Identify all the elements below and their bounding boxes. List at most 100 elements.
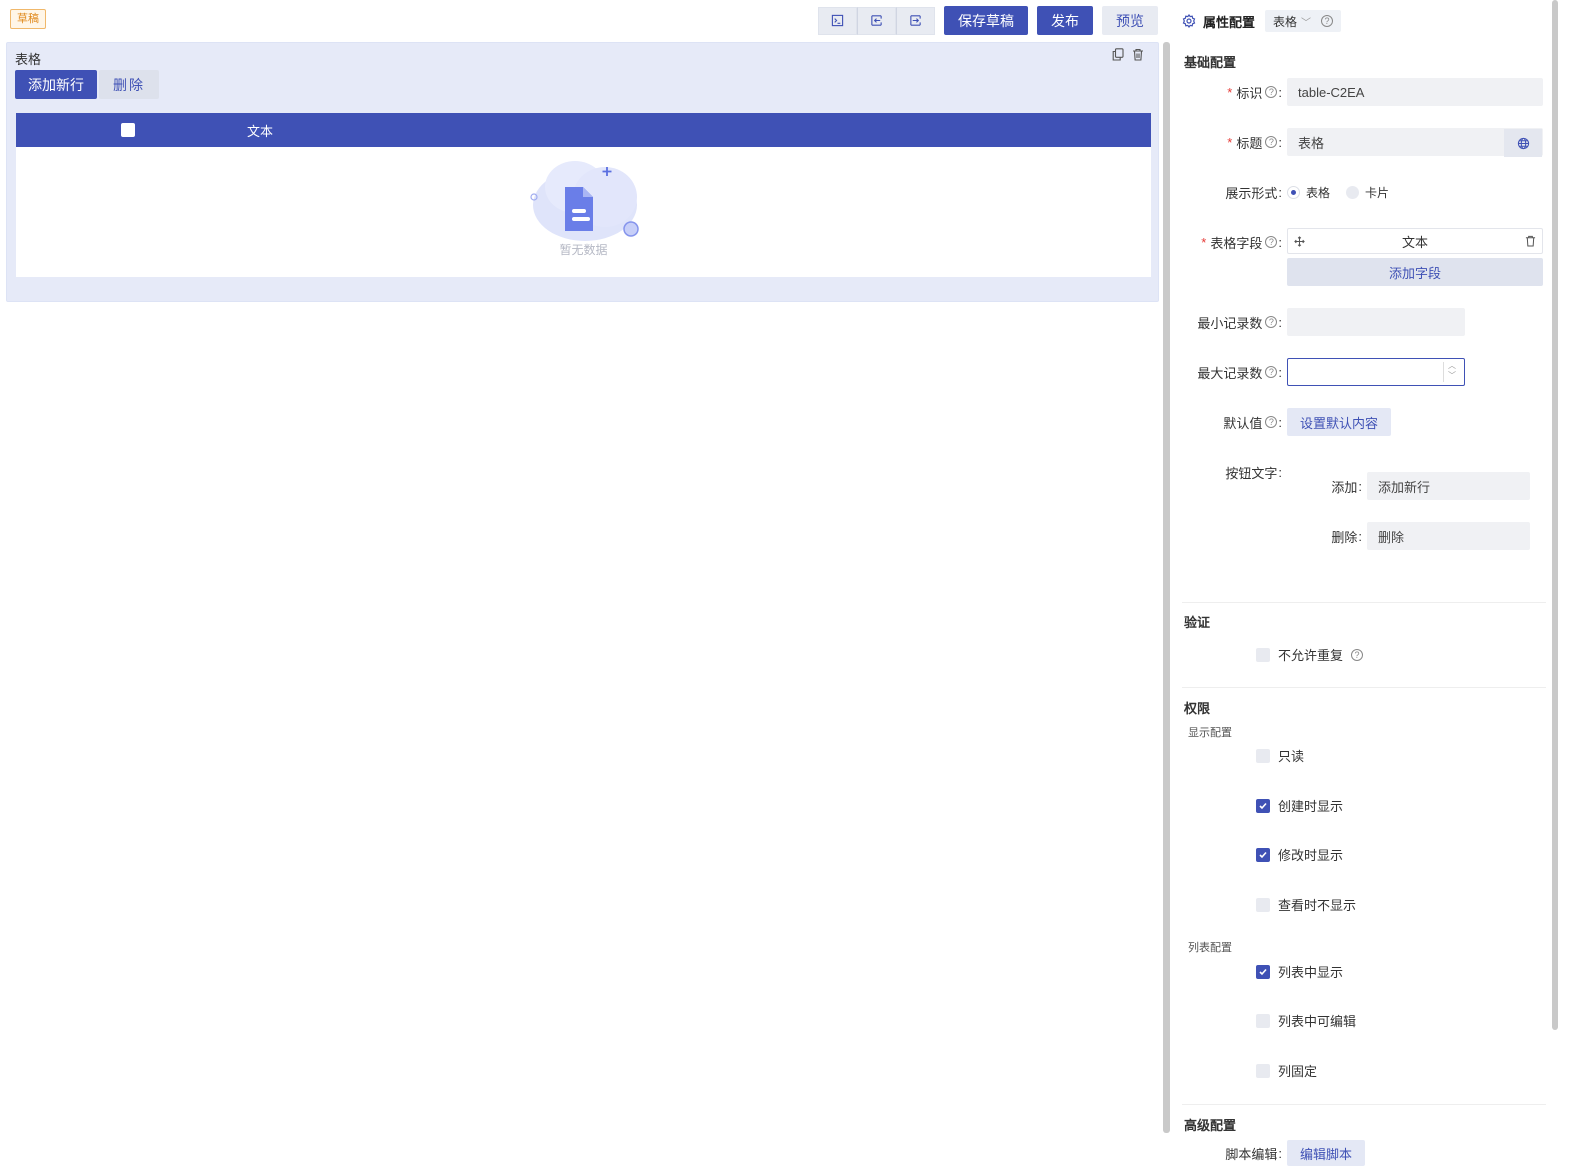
checkbox[interactable]	[1256, 1063, 1270, 1078]
i18n-button[interactable]	[1504, 129, 1542, 157]
chevron-up-icon: ︿	[1448, 361, 1456, 370]
label-identifier: * 标识?:	[1227, 84, 1282, 101]
add-text-input[interactable]: 添加新行	[1367, 472, 1530, 500]
checkbox-show-in-list[interactable]: 列表中显示	[1256, 962, 1343, 981]
save-draft-button[interactable]: 保存草稿	[944, 6, 1028, 35]
checkbox[interactable]	[1256, 748, 1270, 763]
checkbox-hide-on-view[interactable]: 查看时不显示	[1256, 895, 1356, 914]
min-records-input[interactable]	[1287, 308, 1465, 336]
row-add-text: 添加: 添加新行	[1172, 472, 1550, 500]
radio-dot-selected	[1287, 185, 1300, 199]
top-toolbar: 保存草稿 发布 预览	[818, 6, 1158, 35]
checkbox-editable-in-list[interactable]: 列表中可编辑	[1256, 1011, 1356, 1030]
checkbox-readonly[interactable]: 只读	[1256, 746, 1304, 765]
row-min-records: 最小记录数?:	[1172, 308, 1550, 336]
radio-dot	[1346, 185, 1360, 199]
help-icon: ?	[1265, 86, 1278, 98]
chevron-down-icon: ﹀	[1301, 17, 1312, 29]
table-component-label: 表格	[15, 52, 42, 67]
publish-button[interactable]: 发布	[1037, 6, 1093, 35]
field-item[interactable]: 文本	[1287, 228, 1543, 254]
section-permission-title: 权限	[1184, 701, 1211, 716]
checkbox-fixed-column[interactable]: 列固定	[1256, 1061, 1317, 1080]
gear-icon	[1182, 14, 1196, 28]
row-identifier: * 标识?: table-C2EA	[1172, 78, 1550, 106]
max-records-input[interactable]: ︿ ﹀	[1287, 358, 1465, 386]
help-icon: ?	[1265, 316, 1278, 328]
set-default-button[interactable]: 设置默认内容	[1287, 408, 1392, 436]
label-table-fields: * 表格字段?:	[1201, 234, 1282, 251]
checkbox-checked[interactable]	[1256, 964, 1270, 979]
checkbox[interactable]	[1256, 647, 1270, 662]
outdent-icon	[910, 15, 921, 26]
terminal-button[interactable]	[818, 6, 857, 35]
identifier-input[interactable]: table-C2EA	[1287, 78, 1543, 106]
select-all-checkbox[interactable]	[121, 123, 135, 137]
row-default-value: 默认值?: 设置默认内容	[1172, 408, 1550, 436]
draft-badge: 草稿	[10, 9, 46, 29]
trash-icon[interactable]	[1525, 235, 1536, 247]
add-row-button[interactable]: 添加新行	[15, 70, 97, 99]
component-type-value: 表格	[1273, 14, 1298, 29]
component-type-select[interactable]: 表格 ﹀ ?	[1265, 10, 1342, 32]
help-icon[interactable]: ?	[1351, 648, 1364, 661]
panel-header: 属性配置 表格 ﹀ ?	[1182, 10, 1342, 32]
label-display-mode: 展示形式:	[1225, 184, 1282, 201]
divider	[1182, 687, 1546, 688]
outdent-button[interactable]	[896, 6, 935, 35]
delete-text-input[interactable]: 删除	[1367, 522, 1530, 550]
display-mode-radio-group: 表格 卡片	[1287, 178, 1405, 206]
number-stepper[interactable]: ︿ ﹀	[1448, 361, 1456, 381]
help-icon: ?	[1265, 236, 1278, 248]
title-input-value: 表格	[1298, 135, 1325, 151]
indent-button[interactable]	[857, 6, 896, 35]
table-fields-editor: 文本 添加字段	[1287, 228, 1543, 286]
help-icon: ?	[1265, 136, 1278, 148]
help-icon[interactable]: ?	[1321, 15, 1334, 27]
canvas-scrollbar[interactable]	[1163, 42, 1170, 1133]
help-icon: ?	[1265, 366, 1278, 378]
tool-icon-group	[818, 6, 935, 35]
empty-text: 暂无数据	[559, 243, 608, 257]
radio-card[interactable]: 卡片	[1346, 184, 1389, 201]
checkbox-checked[interactable]	[1256, 847, 1270, 862]
panel-scrollbar[interactable]	[1552, 0, 1558, 1030]
empty-state: 暂无数据	[16, 153, 1151, 258]
checkbox[interactable]	[1256, 1013, 1270, 1028]
label-script: 脚本编辑:	[1225, 1145, 1282, 1162]
trash-icon[interactable]	[1132, 48, 1144, 61]
table-header: 文本	[16, 113, 1151, 147]
list-config-label: 列表配置	[1188, 942, 1232, 954]
table-component[interactable]: 表格 添加新行 删除 文本 暂无数据	[6, 42, 1159, 302]
field-item-label: 文本	[1401, 234, 1428, 250]
display-config-label: 显示配置	[1188, 727, 1232, 739]
checkbox[interactable]	[1256, 897, 1270, 912]
edit-script-button[interactable]: 编辑脚本	[1287, 1140, 1366, 1166]
indent-icon	[871, 15, 882, 26]
section-advanced-title: 高级配置	[1184, 1118, 1237, 1133]
radio-table[interactable]: 表格	[1287, 184, 1330, 201]
preview-button[interactable]: 预览	[1102, 6, 1158, 35]
data-table: 文本 暂无数据	[16, 113, 1151, 277]
check-icon	[1259, 851, 1267, 858]
checkbox-no-duplicate[interactable]: 不允许重复 ?	[1256, 645, 1364, 664]
empty-data-illustration	[529, 161, 639, 241]
delete-row-button[interactable]: 删除	[99, 70, 159, 99]
checkbox-show-on-create[interactable]: 创建时显示	[1256, 796, 1343, 815]
terminal-icon	[831, 14, 844, 27]
chevron-down-icon: ﹀	[1448, 371, 1456, 380]
globe-icon	[1517, 137, 1529, 149]
add-field-button[interactable]: 添加字段	[1287, 258, 1543, 286]
divider	[1182, 602, 1546, 603]
row-max-records: 最大记录数?: ︿ ﹀	[1172, 358, 1550, 386]
divider	[1182, 1104, 1546, 1105]
checkbox-show-on-edit[interactable]: 修改时显示	[1256, 845, 1343, 864]
row-delete-text: 删除: 删除	[1172, 522, 1550, 550]
title-input[interactable]: 表格	[1287, 128, 1543, 157]
check-icon	[1259, 968, 1267, 975]
checkbox-checked[interactable]	[1256, 798, 1270, 813]
drag-handle-icon[interactable]	[1294, 235, 1305, 247]
copy-icon[interactable]	[1112, 48, 1124, 61]
label-max-records: 最大记录数?:	[1197, 364, 1282, 381]
section-validation-title: 验证	[1184, 615, 1211, 630]
